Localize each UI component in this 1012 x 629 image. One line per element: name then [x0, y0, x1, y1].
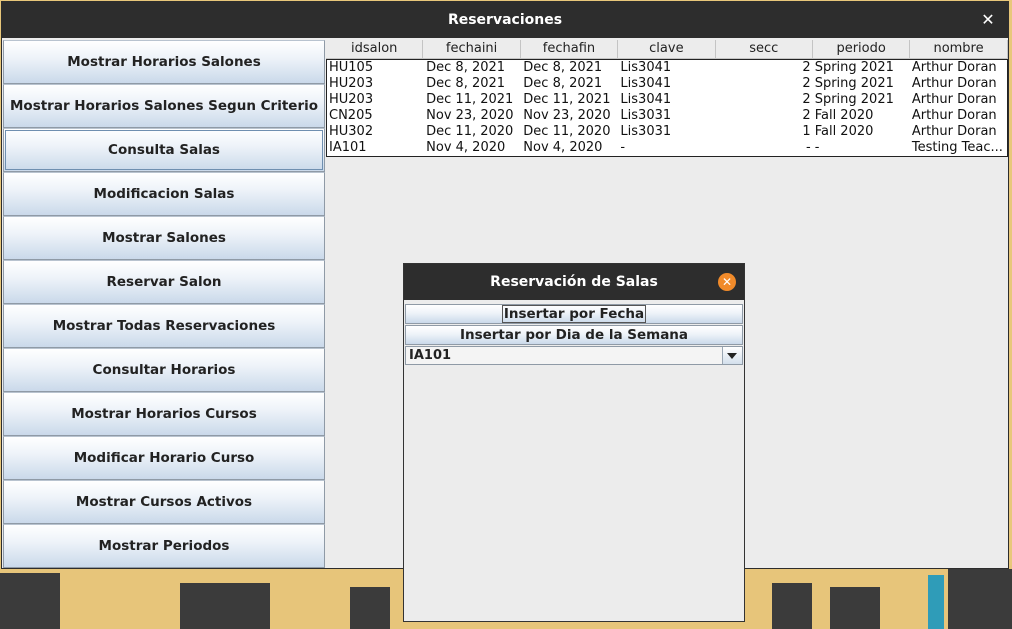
- dialog-titlebar[interactable]: Reservación de Salas ✕: [404, 264, 744, 300]
- desktop-shape: [928, 575, 944, 629]
- table-cell-fechafin: Nov 23, 2020: [523, 108, 611, 123]
- table-cell-nombre: Arthur Doran: [911, 60, 997, 75]
- table-cell-clave: -: [620, 140, 626, 155]
- insert-by-date-label: Insertar por Fecha: [501, 305, 647, 323]
- menu-panel: Mostrar Horarios Salones Mostrar Horario…: [3, 40, 325, 568]
- dialog-title: Reservación de Salas: [490, 274, 658, 290]
- room-select-value: IA101: [409, 348, 452, 363]
- reservation-dialog: Reservación de Salas ✕ Insertar por Fech…: [403, 263, 745, 622]
- column-header-fechafin[interactable]: fechafin: [520, 40, 619, 59]
- column-header-nombre[interactable]: nombre: [910, 40, 1008, 59]
- table-cell-fechafin: Nov 4, 2020: [523, 140, 603, 155]
- table-cell-idsalon: IA101: [329, 140, 367, 155]
- chevron-down-icon[interactable]: [722, 347, 742, 364]
- insert-by-weekday-label: Insertar por Dia de la Semana: [459, 327, 689, 343]
- table-cell-fechafin: Dec 8, 2021: [523, 76, 603, 91]
- room-select[interactable]: IA101: [405, 346, 743, 365]
- table-cell-idsalon: HU203: [329, 76, 374, 91]
- table-cell-periodo: Spring 2021: [814, 92, 894, 107]
- table-cell-clave: Lis3041: [620, 92, 672, 107]
- menu-button-consultar-horarios[interactable]: Consultar Horarios: [3, 348, 325, 392]
- table-cell-periodo: Spring 2021: [814, 60, 894, 75]
- menu-button-reservar-salon[interactable]: Reservar Salon: [3, 260, 325, 304]
- close-icon[interactable]: ✕: [978, 2, 998, 38]
- table-cell-clave: Lis3041: [620, 60, 672, 75]
- insert-by-date-button[interactable]: Insertar por Fecha: [405, 304, 743, 324]
- menu-button-mostrar-horarios-cursos[interactable]: Mostrar Horarios Cursos: [3, 392, 325, 436]
- table-cell-secc: 2: [802, 76, 811, 91]
- table-cell-periodo: Spring 2021: [814, 76, 894, 91]
- column-header-clave[interactable]: clave: [618, 40, 716, 59]
- menu-button-mostrar-horarios-salones-segun-criterio[interactable]: Mostrar Horarios Salones Segun Criterio: [3, 84, 325, 128]
- table-row[interactable]: HU302 Dec 11, 2020 Dec 11, 2020 Lis3031 1 Fal…: [327, 124, 1007, 140]
- menu-button-mostrar-todas-reservaciones[interactable]: Mostrar Todas Reservaciones: [3, 304, 325, 348]
- table-cell-fechaini: Nov 4, 2020: [426, 140, 506, 155]
- table-cell-idsalon: HU105: [329, 60, 374, 75]
- dialog-close-icon[interactable]: ✕: [718, 273, 736, 291]
- table-body: HU105 Dec 8, 2021 Dec 8, 2021 Lis3041 2 Sprin…: [326, 59, 1008, 157]
- table-row[interactable]: IA101 Nov 4, 2020 Nov 4, 2020- - - Testing Te…: [327, 140, 1007, 156]
- column-header-idsalon[interactable]: idsalon: [326, 40, 424, 59]
- desktop-shape: [830, 587, 880, 629]
- table-cell-nombre: Arthur Doran: [911, 108, 997, 123]
- table-cell-fechafin: Dec 11, 2020: [523, 124, 611, 139]
- table-cell-periodo: Fall 2020: [814, 108, 874, 123]
- table-cell-secc: 2: [802, 60, 811, 75]
- table-row[interactable]: HU203 Dec 11, 2021 Dec 11, 2021 Lis3041 2 Spr…: [327, 92, 1007, 108]
- table-cell-secc: 2: [802, 108, 811, 123]
- menu-button-mostrar-cursos-activos[interactable]: Mostrar Cursos Activos: [3, 480, 325, 524]
- column-header-periodo[interactable]: periodo: [812, 40, 911, 59]
- table-cell-idsalon: HU203: [329, 92, 374, 107]
- desktop-shape: [948, 569, 1012, 629]
- table-cell-nombre: Arthur Doran: [911, 92, 997, 107]
- table-cell-nombre: Testing Teac...: [911, 140, 1003, 155]
- table-header: idsalon fechaini fechafin clave secc per…: [326, 40, 1008, 59]
- menu-button-mostrar-periodos[interactable]: Mostrar Periodos: [3, 524, 325, 568]
- table-cell-periodo: -: [814, 140, 820, 155]
- table-cell-clave: Lis3041: [620, 76, 672, 91]
- menu-button-mostrar-horarios-salones[interactable]: Mostrar Horarios Salones: [3, 40, 325, 84]
- menu-button-mostrar-salones[interactable]: Mostrar Salones: [3, 216, 325, 260]
- column-header-secc[interactable]: secc: [715, 40, 813, 59]
- table-cell-secc: 1: [802, 124, 811, 139]
- table-cell-secc: -: [806, 140, 811, 155]
- menu-button-modificar-horario-curso[interactable]: Modificar Horario Curso: [3, 436, 325, 480]
- desktop-shape: [772, 583, 812, 629]
- main-titlebar[interactable]: Reservaciones ✕: [2, 2, 1008, 38]
- table-cell-fechaini: Dec 11, 2021: [426, 92, 514, 107]
- table-cell-fechafin: Dec 11, 2021: [523, 92, 611, 107]
- table-cell-clave: Lis3031: [620, 108, 672, 123]
- desktop-shape: [350, 587, 390, 629]
- table-cell-secc: 2: [802, 92, 811, 107]
- menu-button-modificacion-salas[interactable]: Modificacion Salas: [3, 172, 325, 216]
- table-cell-idsalon: CN205: [329, 108, 373, 123]
- menu-button-consulta-salas[interactable]: Consulta Salas: [3, 128, 325, 172]
- table-row[interactable]: HU105 Dec 8, 2021 Dec 8, 2021 Lis3041 2 Sprin…: [327, 60, 1007, 76]
- table-cell-fechafin: Dec 8, 2021: [523, 60, 603, 75]
- table-cell-nombre: Arthur Doran: [911, 76, 997, 91]
- desktop-shape: [180, 583, 270, 629]
- table-cell-clave: Lis3031: [620, 124, 672, 139]
- table-cell-periodo: Fall 2020: [814, 124, 874, 139]
- column-header-fechaini[interactable]: fechaini: [423, 40, 521, 59]
- insert-by-weekday-button[interactable]: Insertar por Dia de la Semana: [405, 325, 743, 345]
- desktop-shape: [0, 573, 60, 629]
- table-cell-fechaini: Dec 8, 2021: [426, 76, 506, 91]
- table-row[interactable]: CN205 Nov 23, 2020 Nov 23, 2020 Lis3031 2 Fal…: [327, 108, 1007, 124]
- table-cell-fechaini: Dec 8, 2021: [426, 60, 506, 75]
- table-cell-fechaini: Nov 23, 2020: [426, 108, 514, 123]
- table-row[interactable]: HU203 Dec 8, 2021 Dec 8, 2021 Lis3041 2 Sprin…: [327, 76, 1007, 92]
- table-cell-fechaini: Dec 11, 2020: [426, 124, 514, 139]
- window-title: Reservaciones: [447, 12, 563, 28]
- table-cell-nombre: Arthur Doran: [911, 124, 997, 139]
- table-cell-idsalon: HU302: [329, 124, 374, 139]
